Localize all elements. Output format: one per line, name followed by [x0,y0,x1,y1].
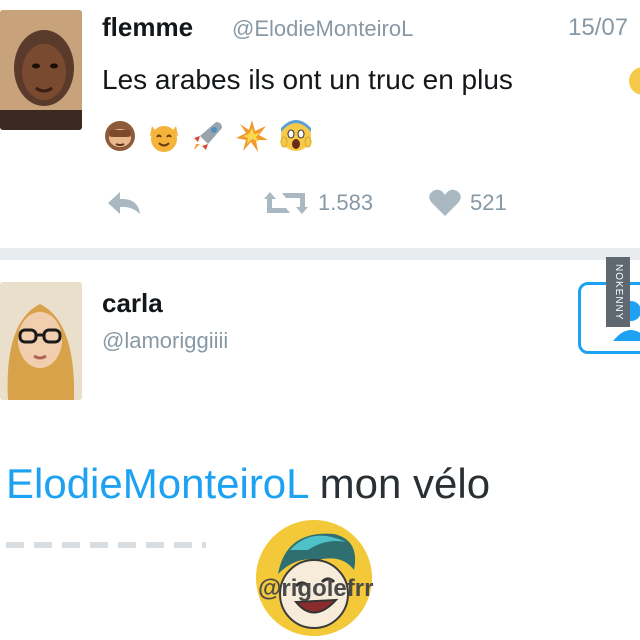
watermark-badge: NOKENNY [606,257,630,327]
avatar-photo-icon [0,10,82,130]
avatar-carla[interactable] [0,282,82,400]
author-name[interactable]: flemme [102,12,193,43]
see-no-evil-monkey-icon [105,121,135,151]
watermark-logo-text: @rigolefrr [258,575,374,602]
reply-text: ElodieMonteiroL mon vélo [6,460,490,508]
tweet-date[interactable]: 15/07 [568,14,628,42]
emoji-row [102,118,314,154]
cat-icon [150,126,178,152]
faded-timestamp [6,542,206,548]
partial-emoji-icon [629,67,640,95]
tweet-text: Les arabes ils ont un truc en plus [102,64,513,95]
like-button[interactable]: 521 [428,188,507,218]
reply-body: mon vélo [307,460,491,507]
rocket-icon [194,122,222,150]
tweet-original: flemme @ElodieMonteiroL 15/07 Les arabes… [0,0,640,248]
reply-author-handle[interactable]: @lamoriggiiii [102,328,228,354]
tweet-actions: 1.583 521 [102,188,562,228]
retweet-button[interactable]: 1.583 [262,188,373,218]
reply-mention-link[interactable]: ElodieMonteiroL [6,460,308,507]
reply-icon [108,192,140,214]
retweet-icon [264,192,308,214]
reply-author-name[interactable]: carla [102,288,163,319]
tweet-divider [0,248,640,260]
avatar-flemme[interactable] [0,10,82,130]
author-handle[interactable]: @ElodieMonteiroL [232,16,413,42]
collision-icon [236,120,268,152]
avatar-photo-icon [0,282,82,400]
reply-button[interactable] [106,188,144,218]
scream-icon [280,120,312,151]
like-count: 521 [470,190,507,215]
retweet-count: 1.583 [318,190,374,215]
heart-icon [429,189,461,216]
